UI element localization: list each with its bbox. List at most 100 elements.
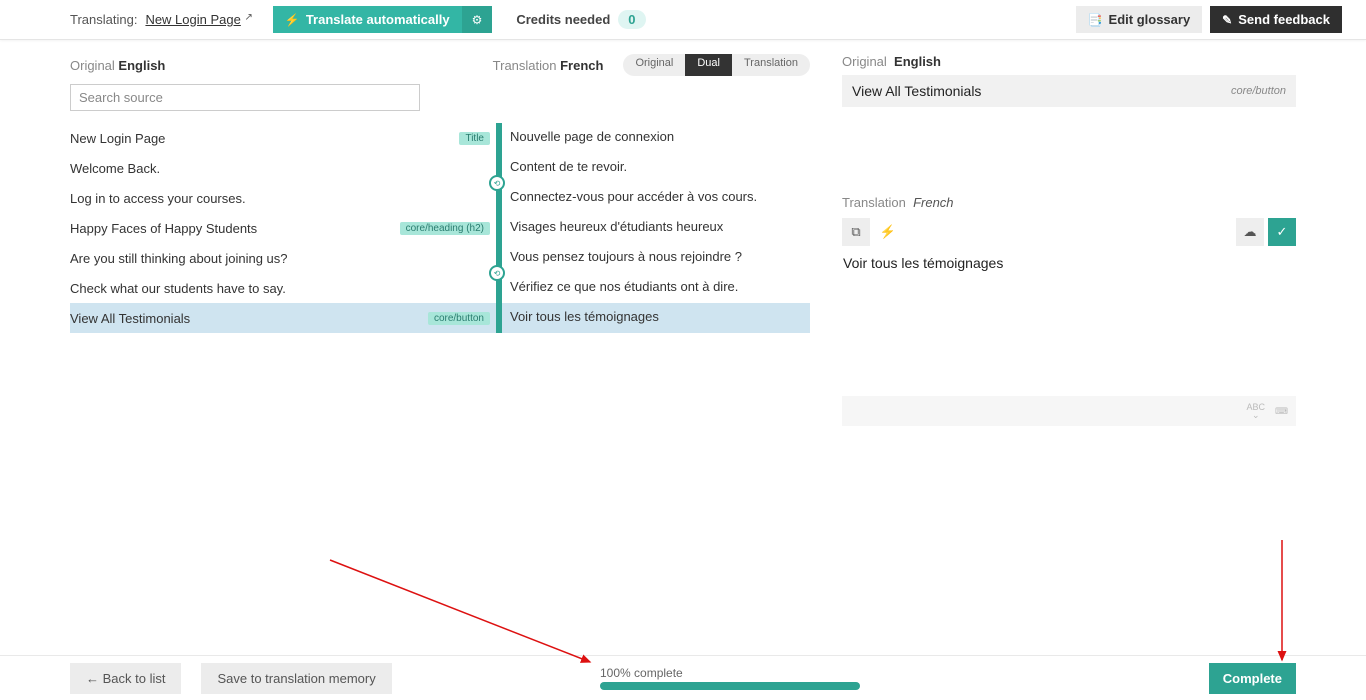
right-orig-label: Original: [842, 54, 887, 69]
row-tag: Title: [459, 132, 490, 145]
translation-row[interactable]: New Login Page Title Nouvelle page de conn…: [70, 123, 810, 153]
divider-bar: [496, 303, 502, 333]
translation-row[interactable]: Are you still thinking about joining us?…: [70, 243, 810, 273]
row-tag: core/heading (h2): [400, 222, 490, 235]
header-left: Translating: New Login Page ↗ ⚡ Translat…: [70, 6, 646, 33]
credits-needed: Credits needed 0: [516, 10, 645, 29]
translation-rows: New Login Page Title Nouvelle page de conn…: [70, 123, 810, 333]
bolt-icon: ⚡: [285, 13, 300, 27]
spellcheck-icon[interactable]: ABC ⌄: [1246, 403, 1265, 419]
original-text-box: View All Testimonials core/button: [842, 75, 1296, 107]
link-icon: ⟲: [489, 265, 505, 281]
source-cell: Happy Faces of Happy Students: [70, 213, 424, 243]
progress-bar: [600, 682, 860, 690]
tag-cell: [424, 153, 496, 183]
save-tm-button[interactable]: Save to translation memory: [201, 663, 391, 694]
translation-row[interactable]: Log in to access your courses. ⟲Connectez…: [70, 183, 810, 213]
translation-row[interactable]: Check what our students have to say.⟲Vér…: [70, 273, 810, 303]
progress-text: 100% complete: [600, 666, 860, 680]
translate-auto-settings-button[interactable]: ⚙: [462, 6, 493, 33]
link-icon: ⟲: [489, 175, 505, 191]
search-input[interactable]: [70, 84, 420, 111]
content: Original English Translation French Orig…: [0, 40, 1366, 426]
target-cell: Visages heureux d'étudiants heureux: [502, 213, 810, 243]
view-pill-group: Original Dual Translation: [623, 54, 810, 76]
tag-cell: core/heading (h2): [424, 213, 496, 243]
divider-bar: [496, 213, 502, 243]
complete-button[interactable]: Complete: [1209, 663, 1296, 694]
divider-bar: ⟲: [496, 273, 502, 303]
glossary-icon: 📑: [1088, 13, 1103, 27]
translation-toolbar: ⧉ ⚡ ☁ ✓: [842, 218, 1296, 246]
right-orig-label-block: Original English: [842, 54, 1296, 69]
tag-cell: core/button: [424, 303, 496, 333]
divider-bar: [496, 123, 502, 153]
translation-lang-label: Translation French: [493, 58, 604, 73]
orig-lang: English: [118, 58, 165, 73]
keyboard-icon[interactable]: ⌨: [1275, 407, 1288, 415]
download-icon[interactable]: ☁: [1236, 218, 1264, 246]
translate-automatically-button[interactable]: ⚡ Translate automatically: [273, 6, 462, 33]
source-cell: New Login Page: [70, 123, 424, 153]
pill-translation[interactable]: Translation: [732, 54, 810, 76]
translating-label: Translating:: [70, 12, 137, 27]
trans-lang: French: [560, 58, 603, 73]
credits-label: Credits needed: [516, 12, 610, 27]
translation-row[interactable]: Welcome Back. Content de te revoir.: [70, 153, 810, 183]
right-pane: Original English View All Testimonials c…: [830, 54, 1296, 426]
translation-row[interactable]: View All Testimonials core/button Voir tou…: [70, 303, 810, 333]
page-link-wrapper[interactable]: New Login Page ↗: [145, 12, 252, 27]
send-feedback-button[interactable]: ✎ Send feedback: [1210, 6, 1342, 33]
progress-block: 100% complete: [600, 666, 860, 690]
right-orig-lang: English: [894, 54, 941, 69]
lang-row: Original English Translation French Orig…: [70, 54, 810, 76]
page-name-link[interactable]: New Login Page: [145, 12, 240, 27]
target-cell: Nouvelle page de connexion: [502, 123, 810, 153]
send-feedback-label: Send feedback: [1238, 12, 1330, 27]
target-cell: Vérifiez ce que nos étudiants ont à dire…: [502, 273, 810, 303]
back-to-list-button[interactable]: ← Back to list: [70, 663, 181, 694]
translation-lang-block: Translation French Original Dual Transla…: [493, 54, 810, 76]
footer-bar: ← Back to list Save to translation memor…: [0, 655, 1366, 700]
tag-cell: [424, 273, 496, 303]
target-cell: Connectez-vous pour accéder à vos cours.: [502, 183, 810, 213]
confirm-icon[interactable]: ✓: [1268, 218, 1296, 246]
pill-original[interactable]: Original: [623, 54, 685, 76]
chevron-down-icon: ⌄: [1252, 411, 1260, 419]
row-tag: core/button: [428, 312, 490, 325]
target-cell: Content de te revoir.: [502, 153, 810, 183]
orig-label: Original: [70, 58, 115, 73]
credits-badge: 0: [618, 10, 645, 29]
external-link-icon: ↗: [244, 12, 252, 23]
right-trans-label-block: Translation French: [842, 195, 1296, 210]
tag-cell: [424, 243, 496, 273]
source-cell: Log in to access your courses.: [70, 183, 424, 213]
translate-auto-label: Translate automatically: [306, 12, 450, 27]
translation-textarea[interactable]: Voir tous les témoignages: [842, 246, 1296, 396]
copy-source-icon[interactable]: ⧉: [842, 218, 870, 246]
tag-cell: Title: [424, 123, 496, 153]
right-trans-label: Translation: [842, 195, 906, 210]
gear-icon: ⚙: [472, 13, 483, 27]
source-cell: View All Testimonials: [70, 303, 424, 333]
left-pane: Original English Translation French Orig…: [70, 54, 810, 426]
original-lang-label: Original English: [70, 58, 165, 73]
original-text: View All Testimonials: [852, 83, 981, 99]
edit-glossary-button[interactable]: 📑 Edit glossary: [1076, 6, 1203, 33]
target-cell: Vous pensez toujours à nous rejoindre ?: [502, 243, 810, 273]
trans-label: Translation: [493, 58, 557, 73]
pill-dual[interactable]: Dual: [685, 54, 732, 76]
header-bar: Translating: New Login Page ↗ ⚡ Translat…: [0, 0, 1366, 40]
original-tag: core/button: [1231, 85, 1286, 97]
divider-bar: ⟲: [496, 183, 502, 213]
pencil-icon: ✎: [1222, 13, 1232, 27]
source-cell: Are you still thinking about joining us?: [70, 243, 424, 273]
header-right: 📑 Edit glossary ✎ Send feedback: [1076, 6, 1342, 33]
edit-glossary-label: Edit glossary: [1109, 12, 1191, 27]
right-trans-lang: French: [913, 195, 953, 210]
target-cell: Voir tous les témoignages: [502, 303, 810, 333]
tag-cell: [424, 183, 496, 213]
translation-row[interactable]: Happy Faces of Happy Studentscore/headin…: [70, 213, 810, 243]
auto-translate-icon[interactable]: ⚡: [874, 218, 902, 246]
source-cell: Welcome Back.: [70, 153, 424, 183]
